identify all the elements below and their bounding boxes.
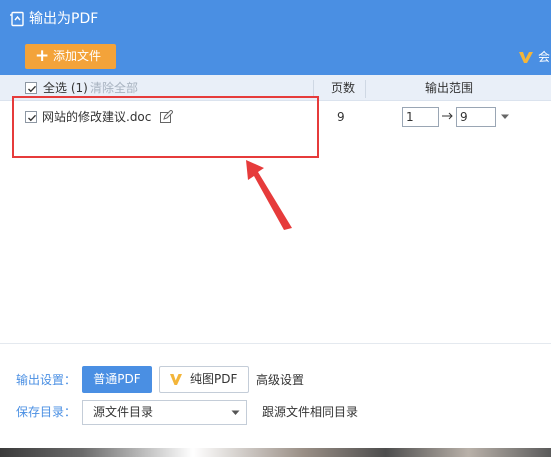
pdf-export-icon (10, 11, 24, 27)
select-all-checkbox[interactable] (25, 82, 37, 94)
clear-all-link[interactable]: 清除全部 (90, 80, 138, 96)
range-column-header: 输出范围 (425, 81, 474, 95)
add-file-button[interactable]: + 添加文件 (25, 44, 116, 69)
arrow-right-icon (442, 112, 453, 120)
image-pdf-label: 纯图PDF (190, 372, 238, 386)
vip-crown-icon (170, 374, 182, 385)
window-title: 输出为PDF (29, 11, 99, 27)
page-count: 9 (337, 110, 345, 124)
plus-icon: + (35, 46, 50, 66)
annotation-arrow-icon (246, 160, 292, 230)
vip-label[interactable]: 会 (538, 48, 550, 66)
export-pdf-dialog: 输出为PDF + 添加文件 会 全选 (1) 清除全部 页数 输出范围 网站的修… (0, 0, 551, 457)
image-pdf-button[interactable]: 纯图PDF (159, 366, 249, 393)
chevron-down-icon (231, 410, 240, 415)
add-file-label: 添加文件 (53, 49, 102, 63)
divider (0, 343, 551, 344)
chevron-down-icon[interactable] (500, 113, 510, 121)
save-directory-value: 源文件目录 (93, 405, 154, 419)
range-to-input[interactable]: 9 (456, 107, 496, 127)
vip-crown-icon (519, 52, 533, 63)
save-directory-label: 保存目录： (16, 405, 77, 419)
column-divider (365, 80, 366, 98)
select-all-label[interactable]: 全选 (1) (43, 80, 88, 96)
annotation-highlight-box (12, 96, 319, 158)
pages-column-header: 页数 (331, 81, 356, 95)
output-settings-label: 输出设置： (16, 373, 77, 387)
range-from-input[interactable]: 1 (402, 107, 439, 127)
check-icon (28, 85, 37, 93)
background-photo-strip (0, 448, 551, 457)
normal-pdf-button[interactable]: 普通PDF (82, 366, 152, 393)
save-directory-select[interactable]: 源文件目录 (82, 400, 247, 425)
advanced-settings-link[interactable]: 高级设置 (256, 372, 304, 388)
same-directory-note: 跟源文件相同目录 (262, 405, 359, 419)
